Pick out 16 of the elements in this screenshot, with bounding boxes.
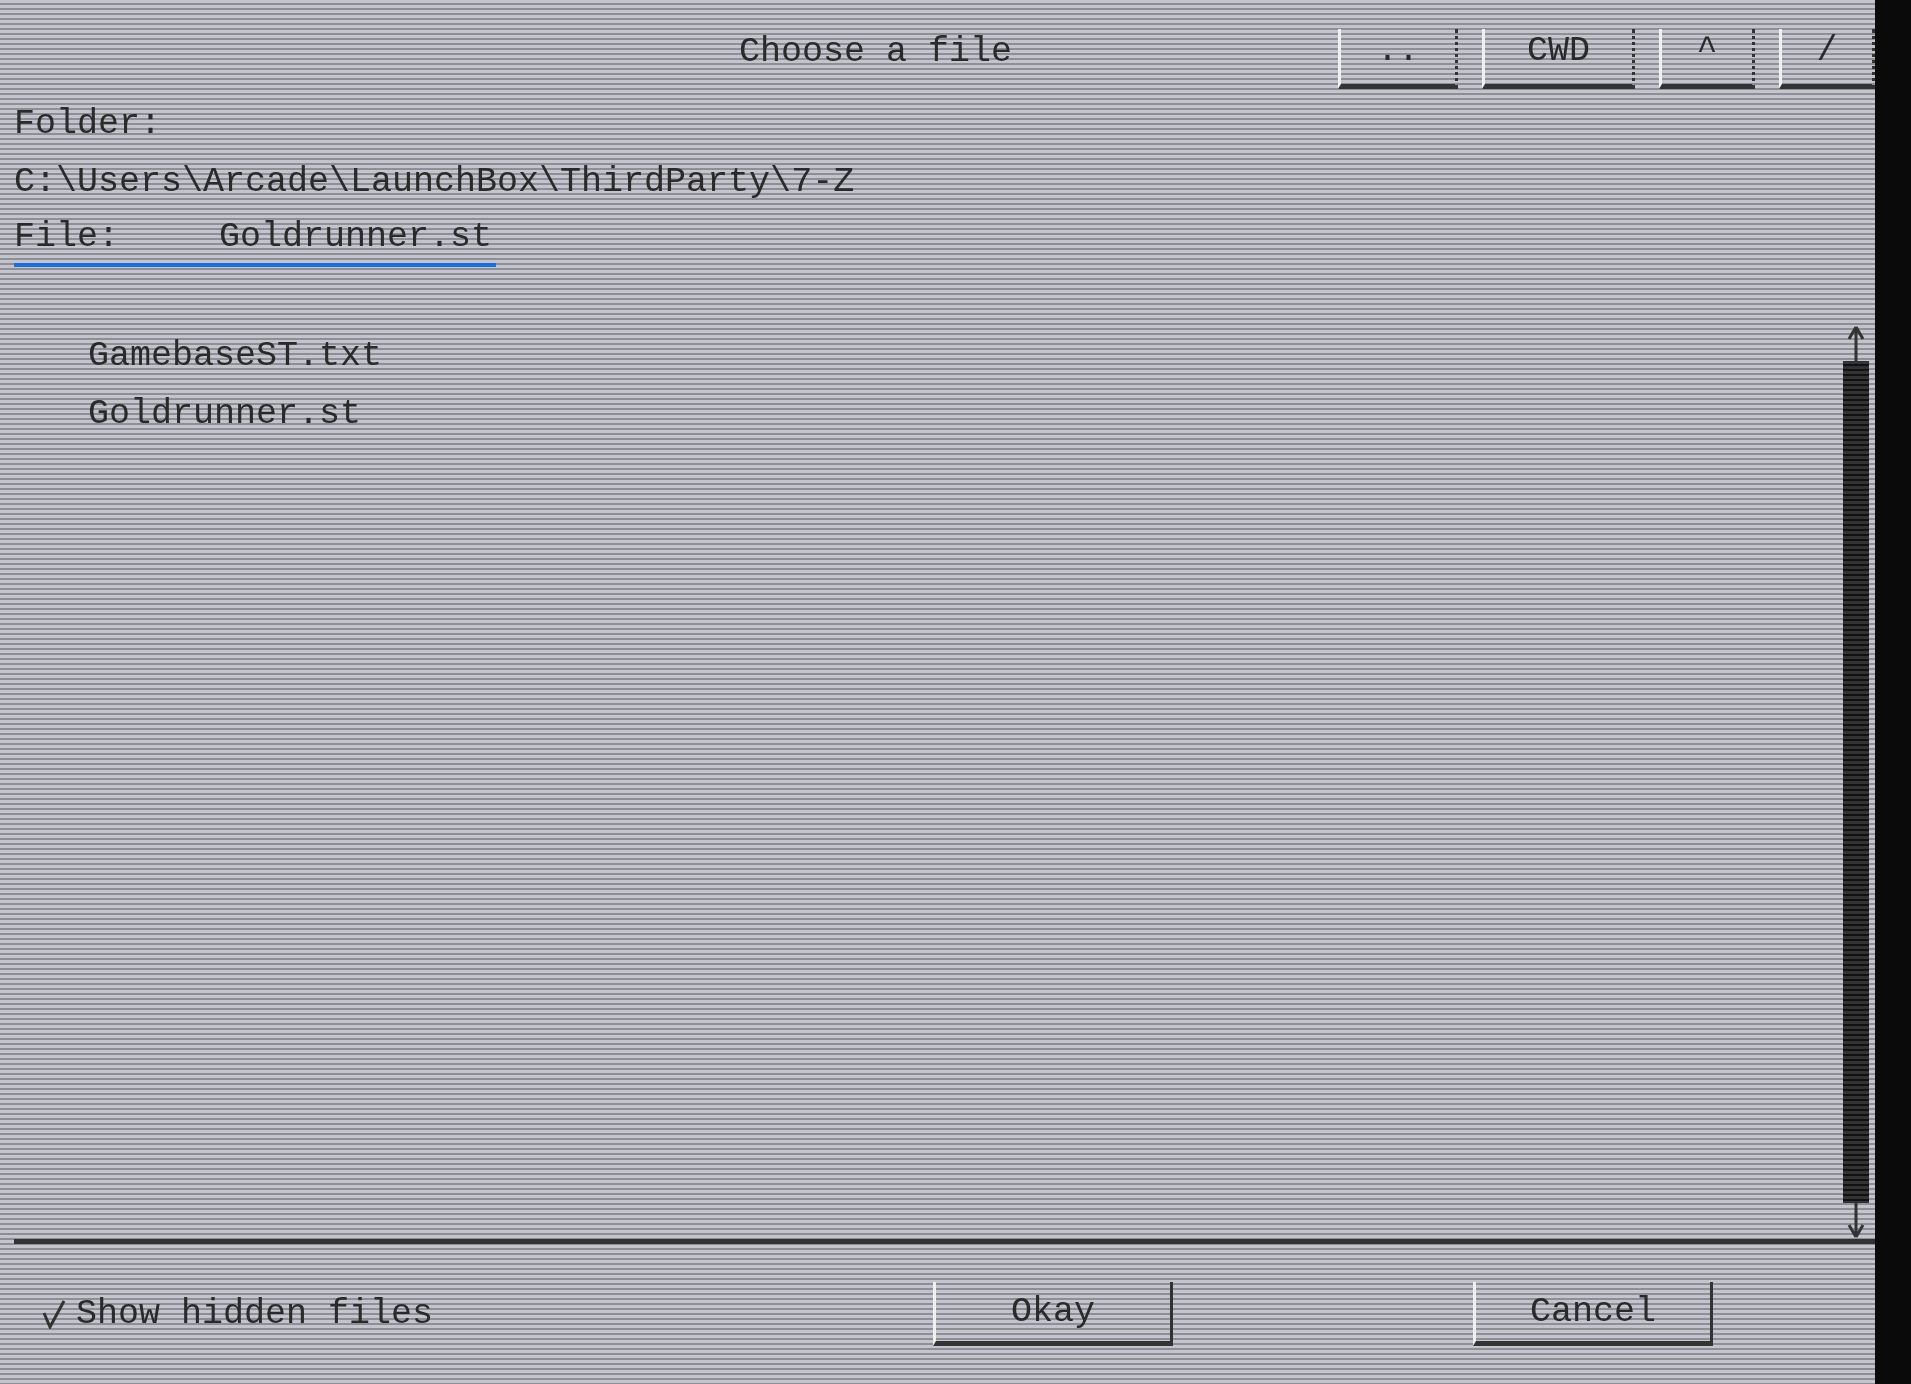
scrollbar[interactable]: [1841, 325, 1871, 1239]
file-list-item[interactable]: Goldrunner.st: [88, 385, 362, 443]
dialog-button[interactable]: Okay: [933, 1282, 1174, 1346]
show-hidden-checkbox[interactable]: Show hidden files: [42, 1294, 434, 1334]
down-arrow-icon: [1846, 1203, 1866, 1239]
dialog-title: Choose a file: [739, 31, 1013, 74]
dialog-button[interactable]: Cancel: [1473, 1282, 1714, 1346]
nav-button[interactable]: ..: [1338, 29, 1458, 89]
file-list-item[interactable]: GamebaseST.txt: [88, 327, 383, 385]
up-arrow-icon: [1846, 325, 1866, 361]
nav-button[interactable]: ^: [1659, 29, 1755, 89]
check-icon: [42, 1299, 66, 1329]
file-input-field[interactable]: File: Goldrunner.st: [14, 211, 497, 267]
nav-button[interactable]: CWD: [1482, 29, 1635, 89]
folder-label: Folder:: [14, 103, 162, 146]
folder-path: C:\Users\Arcade\LaunchBox\ThirdParty\7-Z: [14, 161, 855, 204]
